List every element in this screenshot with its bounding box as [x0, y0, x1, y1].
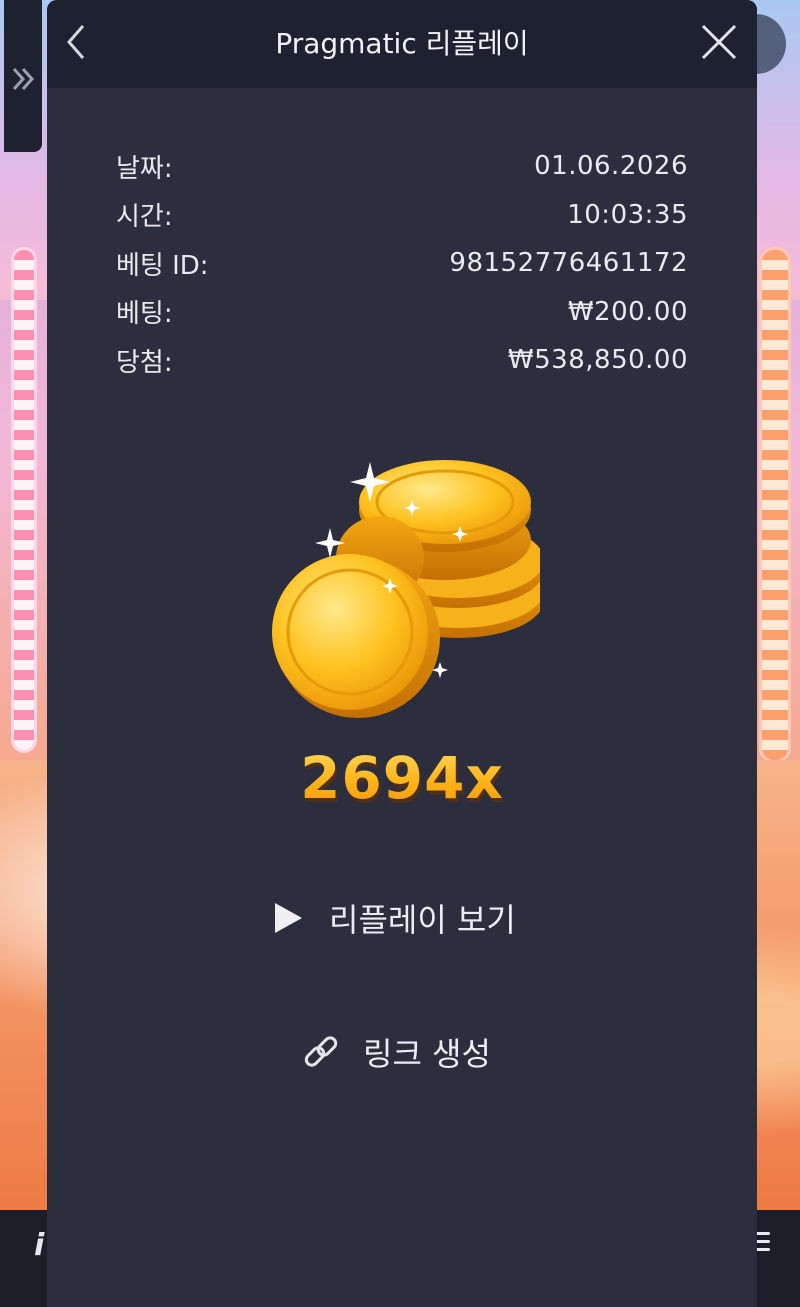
close-icon: [701, 24, 737, 60]
back-button[interactable]: [61, 20, 91, 64]
candy-frame-left: [14, 250, 34, 750]
chevron-left-icon: [67, 25, 85, 59]
panel-header: Pragmatic 리플레이: [47, 0, 757, 88]
detail-label: 시간:: [116, 202, 173, 233]
win-multiplier: 2694x: [247, 736, 557, 820]
create-link-label: 링크 생성: [363, 1035, 491, 1073]
detail-label: 베팅 ID:: [116, 250, 209, 281]
detail-value: 10:03:35: [567, 199, 688, 230]
detail-value: ₩538,850.00: [507, 345, 688, 376]
detail-row-date: 날짜: 01.06.2026: [116, 142, 688, 191]
bet-details: 날짜: 01.06.2026 시간: 10:03:35 베팅 ID: 98152…: [116, 142, 688, 385]
link-icon: [301, 1032, 341, 1072]
create-link-button[interactable]: 링크 생성: [301, 1022, 491, 1082]
detail-label: 날짜:: [116, 153, 173, 184]
detail-row-bet: 베팅: ₩200.00: [116, 288, 688, 337]
side-panel-toggle[interactable]: [4, 0, 42, 152]
close-button[interactable]: [699, 22, 739, 62]
detail-label: 베팅:: [116, 299, 173, 330]
replay-panel: Pragmatic 리플레이 날짜: 01.06.2026 시간: 10:03:…: [47, 0, 757, 1307]
detail-row-time: 시간: 10:03:35: [116, 191, 688, 240]
candy-frame-right: [762, 250, 788, 760]
detail-row-bet-id: 베팅 ID: 98152776461172: [116, 239, 688, 288]
watch-replay-button[interactable]: 리플레이 보기: [271, 888, 516, 948]
detail-row-win: 당첨: ₩538,850.00: [116, 336, 688, 385]
gold-coins-icon: [272, 460, 540, 718]
watch-replay-label: 리플레이 보기: [329, 901, 516, 939]
detail-value: ₩200.00: [567, 296, 688, 327]
play-icon: [271, 898, 305, 938]
panel-title: Pragmatic 리플레이: [275, 27, 529, 60]
detail-value: 98152776461172: [449, 248, 688, 279]
double-chevron-right-icon: [12, 67, 35, 91]
detail-label: 당첨:: [116, 347, 173, 378]
info-icon: i: [34, 1228, 45, 1263]
detail-value: 01.06.2026: [534, 151, 688, 182]
